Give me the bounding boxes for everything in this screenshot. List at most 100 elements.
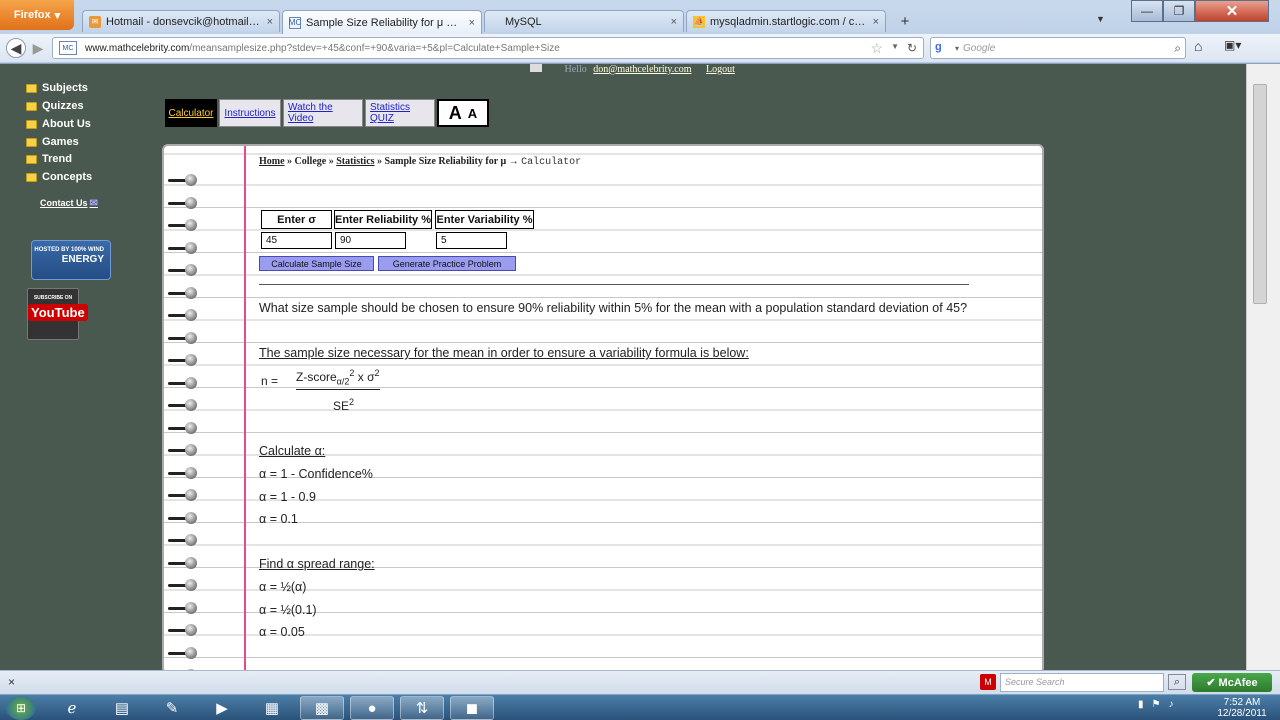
close-tab-icon[interactable]: × <box>469 17 475 29</box>
sidebar-item-subjects[interactable]: Subjects <box>26 82 88 94</box>
tab-mysql[interactable]: MySQL × <box>484 10 684 32</box>
filezilla-icon[interactable]: ⇅ <box>400 696 444 720</box>
url-bar[interactable]: MC www.mathcelebrity.com/meansamplesize.… <box>52 37 924 59</box>
clock-date: 12/28/2011 <box>1217 708 1267 719</box>
folder-icon <box>26 119 37 129</box>
spiral-ring <box>168 219 198 231</box>
sidebar-item-label: Quizzes <box>42 100 84 112</box>
search-bar[interactable]: g ▾ Google ⌕ <box>930 37 1186 59</box>
sigma-input[interactable]: 45 <box>261 232 332 249</box>
sidebar-item-label: Subjects <box>42 82 88 94</box>
close-tab-icon[interactable]: × <box>873 16 879 28</box>
start-button[interactable]: ⊞ <box>6 696 36 720</box>
home-icon[interactable]: ⌂ <box>1194 38 1202 54</box>
mcafee-button[interactable]: ✔ McAfee <box>1192 673 1272 692</box>
volume-icon[interactable]: ♪ <box>1168 699 1173 710</box>
system-clock[interactable]: 7:52 AM 12/28/2011 <box>1212 697 1272 719</box>
forward-arrow-icon[interactable]: ▶ <box>28 38 48 58</box>
vertical-scrollbar[interactable] <box>1246 64 1280 670</box>
wind-badge-small-text: HOSTED BY 100% WIND <box>34 247 104 253</box>
secure-search-input[interactable]: Secure Search <box>1000 673 1164 692</box>
youtube-logo: YouTube <box>28 304 88 321</box>
alpha-step-2: α = 1 - 0.9 <box>259 490 316 504</box>
close-tab-icon[interactable]: × <box>671 16 677 28</box>
tab-sample-size[interactable]: MC Sample Size Reliability for μ Calcula… <box>282 10 482 34</box>
notepad-icon[interactable]: ▦ <box>250 696 294 720</box>
search-icon[interactable]: ⌕ <box>1174 41 1181 56</box>
formula-superscript: 2 <box>349 397 355 407</box>
history-dropdown-icon[interactable]: ▼ <box>891 42 899 51</box>
camtasia-icon[interactable]: ▩ <box>300 696 344 720</box>
spiral-ring <box>168 444 198 456</box>
search-engine-dropdown-icon[interactable]: ▾ <box>955 44 959 53</box>
flag-icon[interactable]: ⚑ <box>1152 699 1161 710</box>
user-strip: Hello don@mathcelebrity.com Logout <box>530 64 735 75</box>
breadcrumb-home-link[interactable]: Home <box>259 156 285 167</box>
calculator-toolbar: Calculator Instructions Watch the Video … <box>165 99 489 129</box>
sidebar-item-about-us[interactable]: About Us <box>26 118 91 130</box>
youtube-subscribe-badge[interactable]: SUBSCRIBE ON YouTube <box>27 288 88 340</box>
network-icon[interactable]: ▮ <box>1138 699 1144 710</box>
tab-watch-video[interactable]: Watch the Video <box>283 99 363 127</box>
tab-phpmyadmin[interactable]: ⛵ mysqladmin.startlogic.com / custsql-..… <box>686 10 886 32</box>
shield-check-icon: ✔ <box>1206 677 1216 689</box>
list-all-tabs-icon[interactable]: ▼ <box>1096 14 1105 24</box>
spread-step-2: α = ½(0.1) <box>259 603 317 617</box>
hello-label: Hello <box>564 64 587 75</box>
google-icon[interactable]: g <box>935 41 951 55</box>
reload-icon[interactable]: ↻ <box>907 41 917 55</box>
font-increase-icon[interactable]: A <box>449 103 462 124</box>
sidebar-item-label: Games <box>42 136 79 148</box>
formula-se: SE <box>333 399 350 413</box>
sidebar-item-trend[interactable]: Trend <box>26 153 72 165</box>
firefox-taskbar-icon[interactable]: ● <box>350 696 394 720</box>
font-size-toggle[interactable]: A A <box>437 99 489 127</box>
sidebar-item-quizzes[interactable]: Quizzes <box>26 100 84 112</box>
bookmark-star-icon[interactable]: ☆ <box>870 40 883 57</box>
sidebar-item-concepts[interactable]: Concepts <box>26 171 92 183</box>
spiral-ring <box>168 376 198 389</box>
addon-icon[interactable]: ▣▾ <box>1224 38 1241 52</box>
breadcrumb-separator: » <box>377 156 383 167</box>
calculate-sample-size-button[interactable]: Calculate Sample Size <box>259 256 374 271</box>
user-email-link[interactable]: don@mathcelebrity.com <box>593 64 691 75</box>
site-identity-icon[interactable]: MC <box>59 41 77 55</box>
minimize-window-button[interactable]: — <box>1131 0 1163 22</box>
font-decrease-icon[interactable]: A <box>468 106 477 121</box>
file-explorer-icon[interactable]: ▤ <box>100 696 144 720</box>
close-addon-bar-icon[interactable]: × <box>8 675 15 689</box>
close-tab-icon[interactable]: × <box>267 16 273 28</box>
spiral-ring <box>168 309 198 321</box>
firefox-menu-button[interactable]: Firefox ▾ <box>0 0 74 30</box>
notebook-margin-line <box>244 146 246 670</box>
tab-statistics-quiz[interactable]: Statistics QUIZ <box>365 99 435 127</box>
close-window-button[interactable]: ✕ <box>1195 0 1269 22</box>
spiral-ring <box>168 174 198 186</box>
youtube-subscribe-text: SUBSCRIBE ON <box>33 295 73 301</box>
generate-practice-problem-button[interactable]: Generate Practice Problem <box>378 256 516 271</box>
recorder-icon[interactable]: ◼ <box>450 696 494 720</box>
envelope-icon: ✉ <box>89 198 98 209</box>
media-player-icon[interactable]: ▶ <box>200 696 244 720</box>
tab-hotmail[interactable]: ✉ Hotmail - donsevcik@hotmail.com × <box>82 10 280 32</box>
breadcrumb-statistics-link[interactable]: Statistics <box>336 156 374 167</box>
contact-us-link[interactable]: Contact Us ✉ <box>40 198 98 209</box>
reliability-input[interactable]: 90 <box>335 232 406 249</box>
tab-instructions[interactable]: Instructions <box>219 99 281 127</box>
maximize-window-button[interactable]: ❐ <box>1163 0 1195 22</box>
tools-icon[interactable]: ✎ <box>150 696 194 720</box>
mcafee-shield-icon[interactable]: M <box>980 674 996 690</box>
back-arrow-icon[interactable]: ◀ <box>6 38 26 58</box>
new-tab-button[interactable]: + <box>894 12 916 32</box>
wind-energy-badge[interactable]: HOSTED BY 100% WIND ENERGY <box>31 240 111 280</box>
search-placeholder: Google <box>963 42 996 54</box>
logout-link[interactable]: Logout <box>706 64 735 75</box>
dropdown-arrow-icon: ▾ <box>54 9 61 22</box>
search-icon[interactable]: ⌕ <box>1168 674 1186 690</box>
scrollbar-thumb[interactable] <box>1253 84 1267 304</box>
variability-input[interactable]: 5 <box>436 232 507 249</box>
internet-explorer-icon[interactable]: ℯ <box>50 696 94 720</box>
spiral-ring <box>168 489 198 501</box>
sidebar-item-games[interactable]: Games <box>26 136 79 148</box>
tab-calculator[interactable]: Calculator <box>165 99 217 127</box>
